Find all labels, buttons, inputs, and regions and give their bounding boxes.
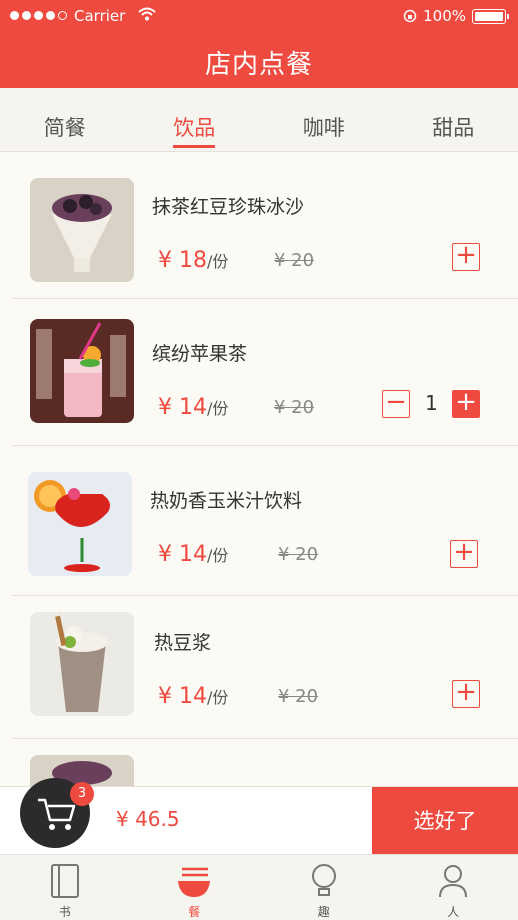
cart-total: ¥ 46.5 [116,807,180,831]
tabbar-item-book[interactable]: 书 [0,855,130,920]
category-tabs: 简餐 饮品 咖啡 甜品 [0,88,518,152]
tabbar-label: 餐 [188,905,201,919]
product-name: 热豆浆 [154,632,212,654]
original-price: ¥ 20 [274,397,315,418]
product-image [30,319,134,423]
product-name: 热奶香玉米汁饮料 [150,490,303,512]
product-name: 缤纷苹果茶 [152,343,248,365]
list-item: 缤纷苹果茶 ¥ 14/份 ¥ 20 − 1 + [12,299,518,446]
list-item: 抹茶红豆珍珠冰沙 ¥ 18/份 ¥ 20 + [12,152,518,299]
carrier-label: Carrier [74,7,126,25]
tabbar-label: 趣 [317,905,330,919]
tab-jiancan[interactable]: 简餐 [0,88,130,151]
original-price: ¥ 20 [274,250,315,271]
battery-percent: 100% [423,7,466,25]
person-icon [439,865,468,898]
header-bar: Carrier 100% 店内点餐 [0,0,518,88]
add-button[interactable]: + [452,242,480,271]
tabbar-item-food[interactable]: 餐 [130,855,260,920]
page-title: 店内点餐 [204,50,313,80]
wifi-icon [138,7,156,25]
product-price: ¥ 14/份 [158,684,229,709]
list-item: 热奶香玉米汁饮料 ¥ 14/份 ¥ 20 + [12,446,518,596]
product-image [30,612,134,716]
original-price: ¥ 20 [278,686,319,707]
add-button[interactable]: + [452,389,480,418]
list-item: 热豆浆 ¥ 14/份 ¥ 20 + [12,596,518,739]
checkout-button[interactable]: 选好了 [372,787,518,855]
product-price: ¥ 14/份 [158,395,229,420]
battery-icon [472,8,509,24]
add-button[interactable]: + [450,539,478,568]
cart-count-badge: 3 [70,782,94,806]
original-price: ¥ 20 [278,544,319,565]
tab-kafei[interactable]: 咖啡 [259,88,389,151]
signal-icon [10,11,67,20]
tab-yinpin[interactable]: 饮品 [130,88,260,151]
status-bar: Carrier 100% [0,0,518,32]
product-list[interactable]: 抹茶红豆珍珠冰沙 ¥ 18/份 ¥ 20 + 缤纷苹果茶 ¥ 14/份 ¥ 20… [0,152,518,786]
product-price: ¥ 18/份 [158,248,229,273]
tabbar-label: 书 [58,905,71,919]
tabbar-label: 人 [447,905,460,919]
tabbar-item-fun[interactable]: 趣 [259,855,389,920]
noodle-bowl-icon [178,867,211,897]
product-image [28,472,132,576]
tab-tianpin[interactable]: 甜品 [389,88,518,151]
product-name: 抹茶红豆珍珠冰沙 [152,196,305,218]
lightbulb-icon [311,864,336,896]
product-price: ¥ 14/份 [158,542,229,567]
quantity-value: 1 [425,391,438,415]
active-tab-indicator [173,145,216,148]
product-image [30,178,134,282]
tabbar-item-person[interactable]: 人 [389,855,518,920]
bottom-tab-bar: 书 餐 趣 人 [0,854,518,920]
orientation-lock-icon [403,9,417,23]
book-icon [50,864,79,898]
add-button[interactable]: + [452,679,480,708]
decrement-button[interactable]: − [382,389,410,418]
